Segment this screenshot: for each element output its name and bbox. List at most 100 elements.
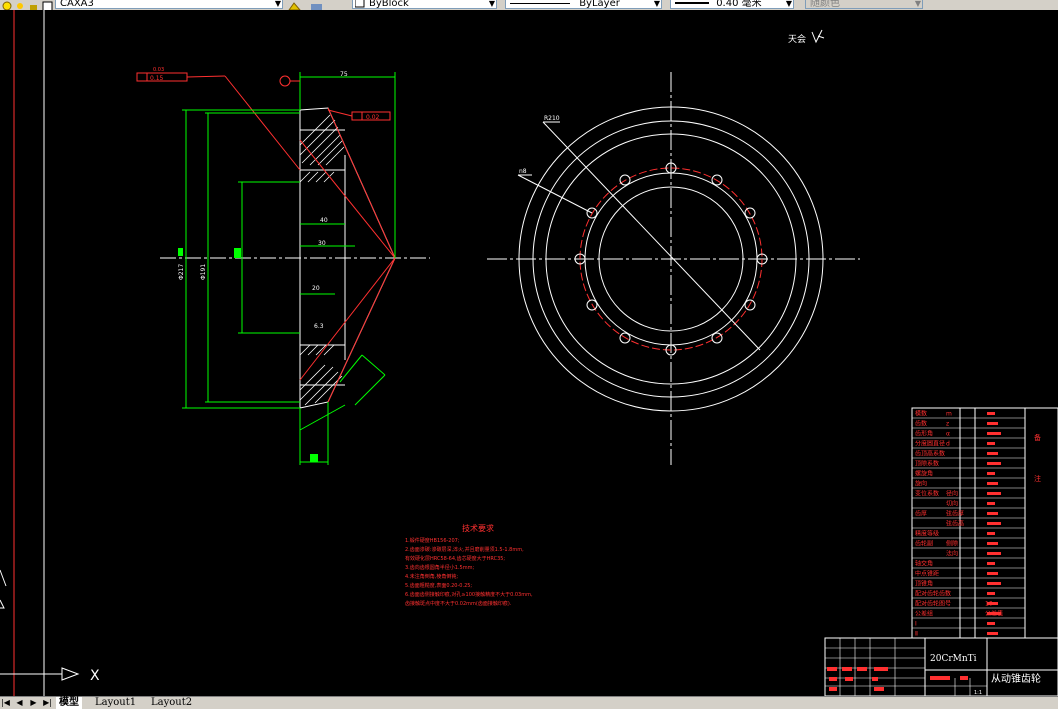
ucs-x-label: X: [90, 668, 100, 684]
table-row-symbol: 侧隙: [946, 540, 958, 548]
table-row-label: 精度等级: [915, 530, 939, 538]
tech-req-line-5: 4.未注角倒角,棱角倒钝;: [405, 573, 458, 580]
prev-tab-button[interactable]: ◀: [14, 697, 25, 708]
table-row-symbol: 弦齿高: [946, 520, 964, 528]
tol-top-text: 0.03: [153, 67, 164, 73]
table-row-mark: [987, 452, 998, 455]
table-row-mark: [987, 572, 998, 575]
tech-req-line-4: 3.齿向齿根圆角半径小1.5mm;: [405, 564, 474, 571]
table-row-mark: [987, 582, 1001, 585]
table-row-label: 齿轮副: [915, 540, 933, 548]
table-side-label-1: 备: [1034, 433, 1041, 442]
table-row-label: 变位系数: [915, 490, 939, 498]
table-row-mark: [987, 502, 995, 505]
lineweight-label: 0.40 毫米: [716, 0, 762, 9]
layer-name: CAXA3: [60, 0, 94, 9]
sun-icon[interactable]: [15, 0, 26, 9]
signature-mark: [811, 29, 825, 44]
gear-section-view: 75 40 30 20 6.3 Φ217 Φ191 0.15 0.02 0.03: [136, 67, 430, 465]
gear-parameter-table: 模数 m 齿数 z 齿形角 α分度圆直径 d齿顶高系数顶隙系数螺旋角旋向变位系数 径向切向齿厚…: [911, 407, 1058, 639]
linetype-dropdown[interactable]: ByBlock ▼: [352, 0, 497, 9]
tol-box1-text: 0.15: [150, 75, 164, 82]
last-tab-button[interactable]: ▶|: [42, 697, 53, 708]
table-row-mark: [987, 492, 1001, 495]
tab-layout1[interactable]: Layout1: [92, 697, 139, 709]
table-row-label: 分度圆直径: [915, 440, 945, 448]
table-row-mark: [987, 632, 998, 635]
table-row-label: 螺旋角: [915, 470, 933, 478]
dim-d1-text: Φ217: [178, 264, 185, 280]
table-row-symbol: m: [946, 411, 952, 418]
lineweight-dropdown[interactable]: 0.40 毫米 ▼: [670, 0, 794, 9]
table-row-mark: [987, 512, 998, 515]
table-row-label: Ⅱ: [915, 631, 918, 638]
table-row-mark: [987, 472, 995, 475]
table-row-label: 配对齿轮图号: [915, 600, 951, 608]
table-row-symbol: 切向: [946, 500, 958, 508]
first-tab-button[interactable]: |◀: [0, 697, 11, 708]
layer-dropdown[interactable]: CAXA3 ▼: [55, 0, 283, 9]
table-row-mark: [987, 612, 1001, 615]
table-row-symbol: α: [946, 431, 950, 438]
tab-model[interactable]: 模型: [56, 697, 82, 709]
drawing-header-text: 天会: [788, 33, 806, 45]
tech-req-line-3: 有效硬化层HRC58-64,齿芯硬度大于HRC35;: [405, 555, 505, 562]
table-row-symbol: z: [946, 421, 949, 428]
layout-tab-bar: |◀ ◀ ▶ ▶| 模型 Layout1 Layout2: [0, 696, 1058, 709]
table-row-mark: [987, 462, 1001, 465]
table-row-label: 配对齿轮齿数: [915, 590, 951, 598]
table-row-mark: [987, 602, 998, 605]
tech-req-line-1: 1.锻件硬度HB156-207;: [405, 537, 460, 544]
tech-req-title: 技术要求: [462, 523, 494, 533]
color-swatch-icon: [42, 0, 53, 10]
dim-40-text: 40: [320, 217, 328, 224]
make-current-layer-icon[interactable]: [288, 0, 301, 10]
table-row-symbol: d: [946, 441, 950, 448]
dim-n-text: n8: [519, 168, 527, 175]
tech-req-line-6: 5.齿面粗糙度,表面0.20-0.25;: [405, 582, 472, 589]
tech-req-line-2: 2.齿面渗碳:渗碳层深,淬火,并且磨削量须1.5-1.8mm,: [405, 546, 524, 553]
table-row-mark: [987, 552, 1001, 555]
part-name-text: 从动锥齿轮: [991, 672, 1041, 685]
table-row-symbol: 弦齿厚: [946, 510, 964, 518]
linetype-label: ByBlock: [369, 0, 409, 9]
dim-d2-text: Φ191: [200, 264, 207, 280]
chevron-down-icon: ▼: [785, 0, 792, 8]
table-row-mark: [987, 412, 995, 415]
tech-req-line-8: 齿接触斑点中度不大于0.02mm(齿面接触印痕).: [405, 600, 512, 607]
dim-30-text: 30: [318, 240, 326, 247]
chevron-down-icon: ▼: [914, 0, 921, 8]
table-row-mark: [987, 522, 1001, 525]
table-row-mark: [987, 562, 995, 565]
layer-previous-icon[interactable]: [310, 0, 322, 10]
table-row-label: 顶隙系数: [915, 460, 939, 468]
lock-icon[interactable]: [28, 0, 39, 10]
technical-requirements: 技术要求 1.锻件硬度HB156-207; 2.齿面渗碳:渗碳层深,淬火,并且磨…: [405, 523, 533, 607]
table-row-label: 齿数: [915, 420, 927, 428]
layer-linetype-dropdown[interactable]: ByLayer ▼: [505, 0, 662, 9]
table-row-label: 顶锥角: [915, 580, 933, 588]
chevron-down-icon: ▼: [274, 0, 281, 8]
table-row-label: 中点锥距: [915, 570, 939, 578]
layer-label: ByLayer: [579, 0, 620, 9]
table-row-label: 公差组: [915, 610, 933, 618]
table-row-mark: [987, 592, 995, 595]
table-row-symbol: 径向: [946, 490, 958, 498]
tab-layout2[interactable]: Layout2: [148, 697, 195, 709]
table-row-label: 齿厚: [915, 510, 927, 518]
model-space-canvas[interactable]: 天会 75 40 30 20 6.3 Φ217 Φ191 0.15 0.02 0…: [0, 10, 1058, 696]
material-text: 20CrMnTi: [930, 654, 977, 664]
plot-style-dropdown[interactable]: 随颜色 ▼: [805, 0, 923, 9]
table-row-label: 齿顶高系数: [915, 450, 945, 458]
ucs-icon: X: [0, 569, 100, 684]
table-row-label: 轴交角: [915, 560, 933, 568]
table-row-mark: [987, 622, 995, 625]
tol-box3-text: 0.02: [366, 114, 380, 121]
next-tab-button[interactable]: ▶: [28, 697, 39, 708]
table-row-label: 模数: [915, 410, 927, 418]
chevron-down-icon: ▼: [488, 0, 495, 8]
table-row-mark: [987, 482, 998, 485]
lightbulb-icon[interactable]: [2, 0, 13, 10]
line-sample: [510, 2, 570, 4]
roughness-text: 6.3: [314, 323, 324, 330]
